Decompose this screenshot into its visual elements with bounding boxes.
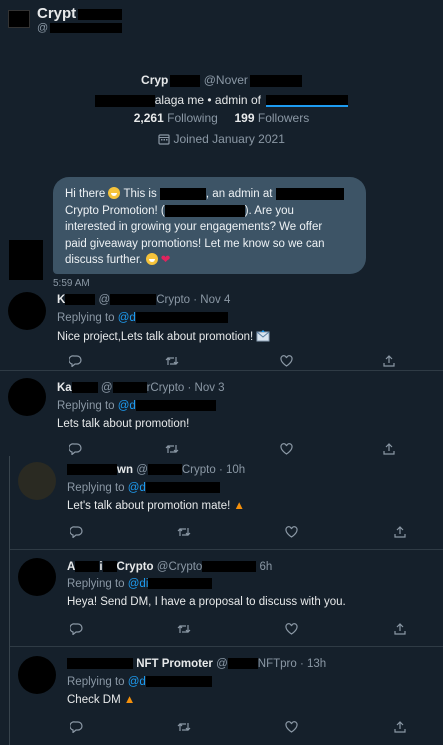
followers-link[interactable]: 199 Followers <box>235 111 310 125</box>
reply-tweet[interactable]: NFT Promoter @ NFTpro · 13h Replying to @… <box>0 650 443 744</box>
calendar-icon <box>158 134 170 145</box>
retweet-icon[interactable] <box>165 442 179 456</box>
reply-tweet[interactable]: K @ Crypto · Nov 4 Replying to @d Nice pr… <box>0 288 443 368</box>
reply-icon[interactable] <box>68 354 82 368</box>
mention-link[interactable]: @d <box>118 400 136 412</box>
grinning-face-icon <box>145 253 158 266</box>
tweet-text: Lets talk about promotion! <box>57 418 190 430</box>
mention-link[interactable]: @d <box>128 676 146 688</box>
reply-tweet[interactable]: Ai Crypto @Crypto 6h Replying to @di Heya… <box>0 552 443 646</box>
retweet-icon[interactable] <box>177 525 191 539</box>
header-display-name: Crypt <box>37 5 123 22</box>
like-icon[interactable] <box>284 525 298 539</box>
header-handle: @ <box>37 22 123 34</box>
tweet-header: Ai Crypto @Crypto 6h <box>67 561 273 573</box>
tweet-text: Heya! Send DM, I have a proposal to disc… <box>67 596 346 608</box>
reply-icon[interactable] <box>68 442 82 456</box>
mention-link[interactable]: @d <box>128 482 146 494</box>
retweet-icon[interactable] <box>177 622 191 636</box>
like-icon[interactable] <box>284 622 298 636</box>
reply-icon[interactable] <box>69 720 83 734</box>
avatar[interactable] <box>18 462 56 500</box>
tweet-text: Nice project,Lets talk about promotion! <box>57 330 270 343</box>
profile-stats: 2,261 Following 199 Followers <box>0 111 443 125</box>
like-icon[interactable] <box>284 720 298 734</box>
replying-to: Replying to @d <box>67 482 220 494</box>
share-icon[interactable] <box>393 622 407 636</box>
reply-tweet[interactable]: Ka @ rCrypto · Nov 3 Replying to @d Lets … <box>0 374 443 456</box>
grinning-face-icon <box>108 187 121 199</box>
avatar[interactable] <box>18 558 56 596</box>
like-icon[interactable] <box>279 442 293 456</box>
share-icon[interactable] <box>382 354 396 368</box>
heart-icon: ❤ <box>160 254 171 267</box>
replying-to: Replying to @d <box>57 312 228 324</box>
header-avatar[interactable] <box>8 10 30 28</box>
reply-icon[interactable] <box>69 525 83 539</box>
retweet-icon[interactable] <box>165 354 179 368</box>
dm-sender-avatar[interactable] <box>9 240 43 280</box>
mention-link[interactable]: @d <box>118 312 136 324</box>
replying-to: Replying to @d <box>67 676 212 688</box>
following-link[interactable]: 2,261 Following <box>134 111 218 125</box>
divider <box>0 370 443 371</box>
avatar[interactable] <box>8 378 46 416</box>
retweet-icon[interactable] <box>177 720 191 734</box>
fire-icon: ▲ <box>123 694 136 706</box>
reply-tweet[interactable]: wn @ Crypto · 10h Replying to @d Let's ta… <box>0 456 443 550</box>
tweet-header: wn @ Crypto · 10h <box>67 464 245 476</box>
avatar[interactable] <box>18 656 56 694</box>
envelope-icon <box>256 330 270 342</box>
replying-to: Replying to @d <box>57 400 216 412</box>
reply-icon[interactable] <box>69 622 83 636</box>
share-icon[interactable] <box>393 720 407 734</box>
divider <box>10 549 443 550</box>
share-icon[interactable] <box>393 525 407 539</box>
tweet-text: Check DM ▲ <box>67 694 136 706</box>
like-icon[interactable] <box>279 354 293 368</box>
tweet-text: Let's talk about promotion mate! ▲ <box>67 500 245 512</box>
divider <box>10 646 443 647</box>
mention-link[interactable]: @di <box>128 578 149 590</box>
tweet-header: NFT Promoter @ NFTpro · 13h <box>67 658 326 670</box>
share-icon[interactable] <box>382 442 396 456</box>
profile-name-line: Cryp @Nover <box>0 73 443 87</box>
tweet-header: K @ Crypto · Nov 4 <box>57 294 231 306</box>
replying-to: Replying to @di <box>67 578 213 590</box>
avatar[interactable] <box>8 292 46 330</box>
tweet-header: Ka @ rCrypto · Nov 3 <box>57 382 225 394</box>
fire-icon: ▲ <box>233 500 245 512</box>
profile-joined: Joined January 2021 <box>0 132 443 146</box>
dm-message-bubble[interactable]: Hi there This is , an admin at Crypto Pr… <box>53 177 366 274</box>
profile-bio: alaga me • admin of <box>0 93 443 107</box>
